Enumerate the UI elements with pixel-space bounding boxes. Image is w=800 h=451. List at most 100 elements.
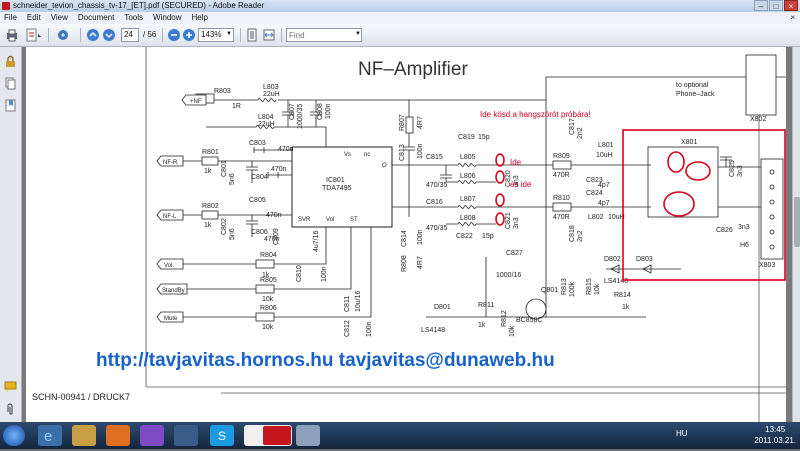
c805-label: C805 bbox=[249, 197, 266, 204]
vol-label: Vol. bbox=[164, 263, 174, 269]
window-title: schneider_tevion_chassis_tv-17_[ET].pdf … bbox=[13, 1, 265, 10]
r810-value: 470R bbox=[553, 214, 570, 221]
explorer-icon[interactable] bbox=[72, 425, 96, 446]
skype-icon[interactable]: S bbox=[210, 425, 234, 446]
document-area[interactable]: NF–Amplifier R803 1R L803 22uH L804 22uH… bbox=[22, 47, 792, 422]
create-pdf-icon[interactable] bbox=[25, 27, 43, 43]
c821-label: C821 bbox=[505, 212, 512, 229]
c815-label: C815 bbox=[426, 154, 443, 161]
fit-page-icon[interactable] bbox=[245, 27, 259, 43]
l804-label: L804 bbox=[258, 114, 274, 121]
menu-tools[interactable]: Tools bbox=[124, 12, 143, 24]
clock-date: 2011.03.21. bbox=[754, 436, 796, 445]
menu-help[interactable]: Help bbox=[192, 12, 208, 24]
standby-label: StandBy bbox=[162, 288, 185, 294]
zoom-out-icon[interactable] bbox=[167, 27, 181, 43]
page-total: / 56 bbox=[143, 30, 157, 39]
page-number-input[interactable]: 24 bbox=[121, 28, 139, 42]
c825-label: C825 bbox=[729, 160, 736, 177]
r808-label: R808 bbox=[401, 255, 408, 272]
print-icon[interactable] bbox=[5, 27, 19, 43]
c804-label: C804 bbox=[251, 174, 268, 181]
find-options-icon[interactable]: ▼ bbox=[355, 31, 361, 37]
page-up-icon[interactable] bbox=[86, 27, 100, 43]
r807-label: R807 bbox=[399, 114, 406, 131]
c813-label: C813 bbox=[399, 144, 406, 161]
lock-icon[interactable] bbox=[4, 55, 17, 68]
minimize-button[interactable]: – bbox=[754, 0, 768, 11]
c826-value: 3n3 bbox=[738, 224, 750, 231]
ic-pin-vs: Vs bbox=[344, 152, 351, 158]
r811-value: 1k bbox=[478, 322, 486, 329]
x801-label: X801 bbox=[681, 139, 697, 146]
c802-label: C802 bbox=[221, 218, 228, 235]
menu-view[interactable]: View bbox=[51, 12, 68, 24]
vertical-scrollbar[interactable] bbox=[792, 47, 800, 422]
attachment-icon[interactable] bbox=[4, 403, 17, 416]
ic801-label: IC801 bbox=[326, 177, 345, 184]
c824-label: C824 bbox=[586, 190, 603, 197]
firefox-icon[interactable] bbox=[140, 425, 164, 446]
attach-icon[interactable] bbox=[56, 27, 72, 43]
annotation-text: Ide kösd a hangszórót próbára! bbox=[480, 110, 591, 119]
c819-value: 15p bbox=[478, 134, 490, 141]
es-ide-text: és ide bbox=[510, 180, 532, 189]
c806-label: C806 bbox=[251, 229, 268, 236]
start-button[interactable] bbox=[3, 425, 25, 446]
language-indicator[interactable]: HU bbox=[676, 429, 688, 438]
menu-file[interactable]: File bbox=[4, 12, 17, 24]
ic-pin-vol: Vol bbox=[326, 217, 334, 223]
clock-time: 13:45 bbox=[765, 425, 786, 434]
scrollbar-thumb[interactable] bbox=[794, 197, 800, 247]
comments-icon[interactable] bbox=[4, 380, 17, 393]
x803-label: X803 bbox=[759, 262, 775, 269]
r812-value: 10k bbox=[509, 325, 516, 337]
phone-jack-label: Phone–Jack bbox=[676, 91, 715, 98]
c804-value: 470n bbox=[271, 166, 287, 173]
r805-value: 10k bbox=[262, 296, 274, 303]
r813-value: 100k bbox=[569, 281, 576, 297]
menu-window[interactable]: Window bbox=[153, 12, 181, 24]
page-down-icon[interactable] bbox=[102, 27, 116, 43]
c812-value: 100n bbox=[366, 321, 373, 337]
ic801-value: TDA7495 bbox=[322, 185, 352, 192]
adobe-reader-taskbar-icon[interactable] bbox=[262, 425, 292, 446]
network-icon[interactable] bbox=[174, 425, 198, 446]
r806-label: R806 bbox=[260, 305, 277, 312]
c805-value: 470n bbox=[266, 212, 282, 219]
close-button[interactable]: × bbox=[784, 0, 798, 11]
c801-value: 5n6 bbox=[229, 173, 236, 185]
c827-value: 1000/16 bbox=[496, 272, 521, 279]
zoom-in-icon[interactable] bbox=[182, 27, 196, 43]
menu-edit[interactable]: Edit bbox=[27, 12, 41, 24]
find-input[interactable] bbox=[286, 28, 362, 42]
fit-width-icon[interactable] bbox=[262, 27, 276, 43]
pdf-page: NF–Amplifier R803 1R L803 22uH L804 22uH… bbox=[26, 47, 786, 422]
menu-bar: File Edit View Document Tools Window Hel… bbox=[0, 12, 800, 24]
c818-value: 2n2 bbox=[577, 230, 584, 242]
r815-value: 10k bbox=[594, 283, 601, 295]
maximize-button[interactable]: □ bbox=[769, 0, 783, 11]
chevron-down-icon[interactable]: ▼ bbox=[226, 31, 232, 37]
paint-icon[interactable] bbox=[296, 425, 320, 446]
r808-value: 4R7 bbox=[417, 256, 424, 269]
bookmarks-icon[interactable] bbox=[4, 99, 17, 112]
x802-label: X802 bbox=[750, 116, 766, 123]
watermark-text: http://tavjavitas.hornos.hu tavjavitas@d… bbox=[96, 350, 555, 371]
pages-icon[interactable] bbox=[4, 77, 17, 90]
r805-label: R805 bbox=[260, 277, 277, 284]
clock[interactable]: 13:45 2011.03.21. bbox=[754, 424, 796, 446]
red-circle-2 bbox=[495, 170, 505, 184]
menu-document[interactable]: Document bbox=[78, 12, 114, 24]
ie-icon[interactable]: e bbox=[38, 425, 62, 446]
c816-value: 470/35 bbox=[426, 225, 448, 232]
svg-text:e: e bbox=[44, 428, 52, 445]
media-player-icon[interactable] bbox=[106, 425, 130, 446]
red-annotations: Ide kösd a hangszórót próbára! Ide és id… bbox=[480, 110, 786, 281]
c825-value: 3n3 bbox=[737, 165, 744, 177]
c807-value: 1000/35 bbox=[297, 104, 304, 129]
l805-label: L805 bbox=[460, 154, 476, 161]
r812-label: R812 bbox=[501, 310, 508, 327]
r809-label: R809 bbox=[553, 153, 570, 160]
close-document-button[interactable]: × bbox=[790, 12, 795, 24]
